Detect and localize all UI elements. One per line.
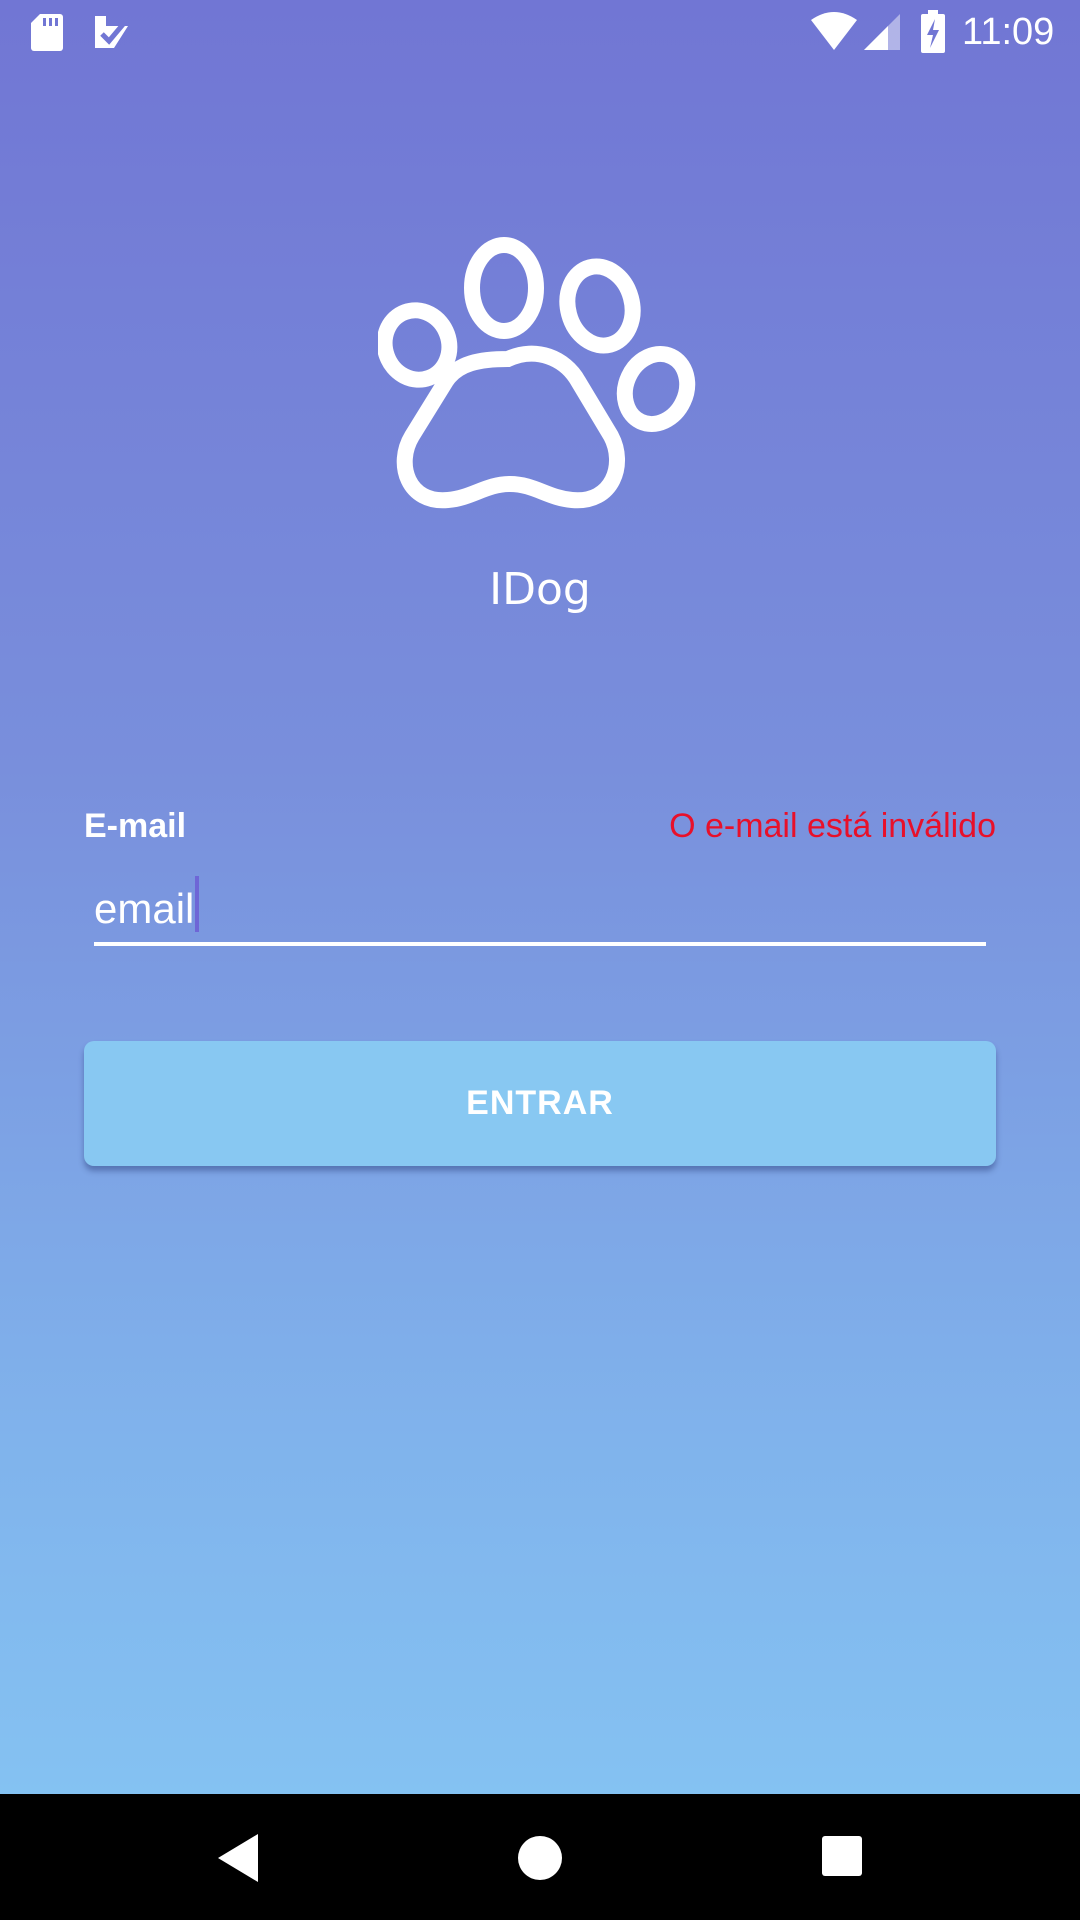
recents-icon[interactable] — [816, 1830, 872, 1886]
email-label: E-mail — [84, 807, 187, 845]
home-icon[interactable] — [512, 1830, 568, 1886]
email-error-message: O e-mail está inválido — [669, 807, 996, 845]
enter-button[interactable]: ENTRAR — [84, 1041, 996, 1166]
status-time: 11:09 — [962, 11, 1055, 53]
login-screen: 11:09 IDog E-mail O e-mail está inválido… — [0, 0, 1080, 1920]
back-icon[interactable] — [210, 1830, 266, 1886]
app-title: IDog — [489, 564, 591, 615]
battery-charging-icon — [921, 10, 945, 53]
cell-signal-icon — [864, 14, 900, 50]
paw-icon — [378, 237, 696, 509]
sd-card-icon — [31, 14, 63, 51]
wifi-icon — [811, 12, 857, 50]
status-bar: 11:09 — [0, 0, 1080, 63]
text-cursor — [195, 876, 199, 932]
task-check-icon — [95, 16, 128, 48]
email-input[interactable] — [94, 876, 986, 946]
navigation-bar — [0, 1794, 1080, 1920]
